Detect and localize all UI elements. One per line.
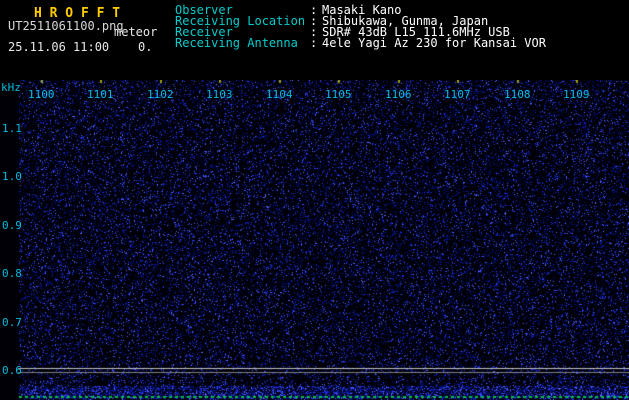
time-label: 1109	[563, 88, 590, 101]
freq-label: 0.7	[2, 316, 22, 329]
freq-unit-label: kHz	[1, 81, 21, 94]
freq-label: 0.9	[2, 219, 22, 232]
freq-label: 1.0	[2, 170, 22, 183]
freq-label: 0.6	[2, 364, 22, 377]
datetime-label: 25.11.06 11:00 0.	[8, 40, 153, 54]
freq-label: 0.8	[2, 267, 22, 280]
header: H R O F F T UT2511061100.png meteor 25.1…	[0, 0, 629, 80]
info-colon: :	[310, 36, 318, 50]
time-label: 1106	[385, 88, 412, 101]
info-row-antenna: Receiving Antenna:4ele Yagi Az 230 for K…	[175, 36, 546, 50]
time-label: 1102	[147, 88, 174, 101]
time-label: 1107	[444, 88, 471, 101]
comment-label: meteor	[114, 25, 158, 39]
time-label: 1108	[504, 88, 531, 101]
info-label: Receiving Antenna	[175, 36, 298, 50]
info-value: 4ele Yagi Az 230 for Kansai VOR	[322, 36, 546, 50]
spectrogram-canvas	[0, 80, 629, 400]
time-label: 1103	[206, 88, 233, 101]
freq-label: 1.1	[2, 122, 22, 135]
station-info: Observer: Masaki Kano Receiving Location:…	[175, 4, 546, 50]
time-label: 1100	[28, 88, 55, 101]
time-label: 1101	[87, 88, 114, 101]
hrofft-screen: H R O F F T UT2511061100.png meteor 25.1…	[0, 0, 629, 400]
time-label: 1104	[266, 88, 293, 101]
filename-label: UT2511061100.png	[8, 19, 124, 33]
time-label: 1105	[325, 88, 352, 101]
